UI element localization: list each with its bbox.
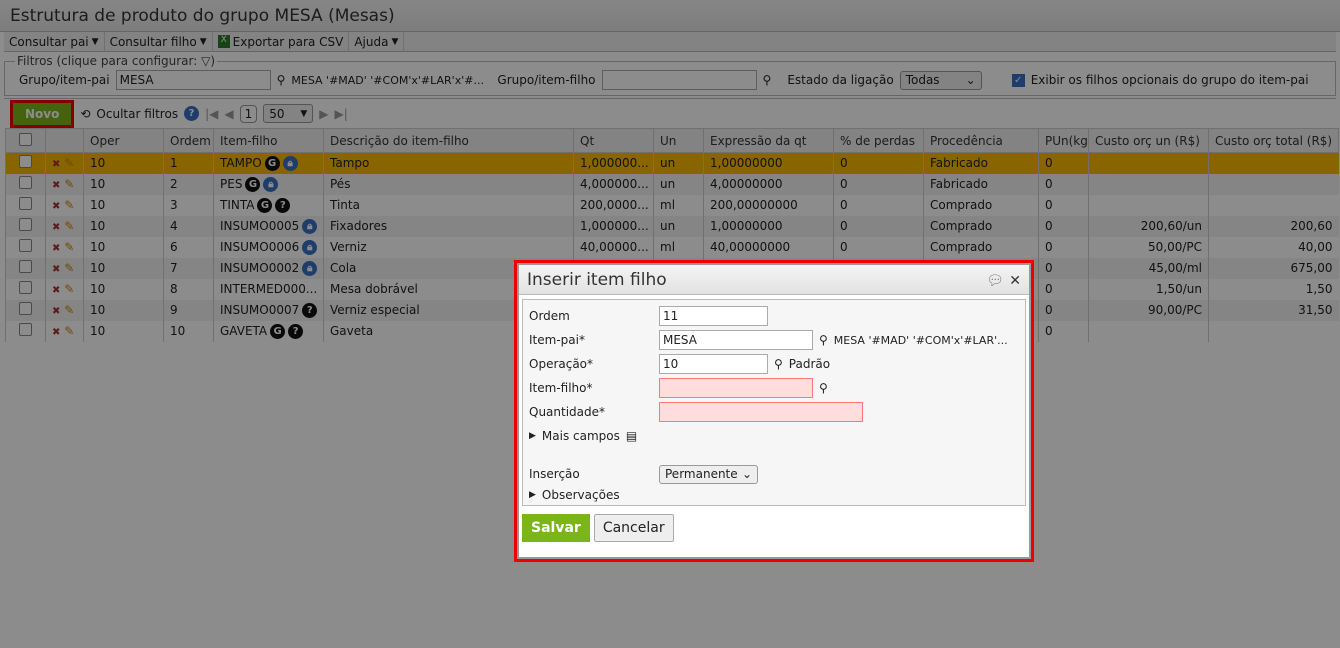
inserir-item-filho-dialog: Inserir item filho 💬︎ ✕ Ordem 11 Item-pai*… (514, 260, 1034, 562)
quantidade-input[interactable] (659, 402, 863, 422)
operacao-desc: Padrão (788, 357, 831, 371)
triangle-right-icon: ▶ (529, 490, 536, 500)
item-pai-label: Item-pai* (529, 333, 585, 347)
insercao-label: Inserção (529, 467, 580, 481)
insercao-value: Permanente (665, 467, 738, 481)
item-filho-label: Item-filho* (529, 381, 593, 395)
ordem-label: Ordem (529, 309, 570, 323)
mais-campos-label: Mais campos (541, 429, 620, 443)
item-filho-input[interactable] (659, 378, 813, 398)
item-pai-input[interactable]: MESA (659, 330, 813, 350)
dialog-title: Inserir item filho (527, 269, 667, 290)
quantidade-label: Quantidade* (529, 405, 606, 419)
dialog-form: Ordem 11 Item-pai* MESA ⚲ MESA '#MAD' '#COM'… (522, 299, 1026, 506)
salvar-button[interactable]: Salvar (522, 514, 590, 542)
search-icon[interactable]: ⚲ (819, 333, 828, 347)
triangle-right-icon: ▶ (529, 431, 536, 441)
chevron-down-icon: ⌄ (741, 467, 752, 481)
observacoes-label: Observações (541, 488, 620, 502)
cancelar-button[interactable]: Cancelar (593, 514, 674, 542)
operacao-input[interactable]: 10 (659, 354, 768, 374)
list-icon: ▤ (625, 429, 638, 443)
search-icon[interactable]: ⚲ (774, 357, 783, 371)
insercao-select[interactable]: Permanente ⌄ (659, 464, 758, 484)
operacao-label: Operação* (529, 357, 594, 371)
comment-icon[interactable]: 💬︎ (986, 273, 1004, 289)
item-pai-desc: MESA '#MAD' '#COM'x'#LAR'... (833, 333, 1008, 347)
mais-campos-toggle[interactable]: ▶ Mais campos ▤ (529, 424, 1019, 448)
close-icon[interactable]: ✕ (1009, 273, 1021, 289)
ordem-input[interactable]: 11 (659, 306, 768, 326)
search-icon[interactable]: ⚲ (819, 381, 828, 395)
observacoes-toggle[interactable]: ▶ Observações (529, 486, 1019, 504)
